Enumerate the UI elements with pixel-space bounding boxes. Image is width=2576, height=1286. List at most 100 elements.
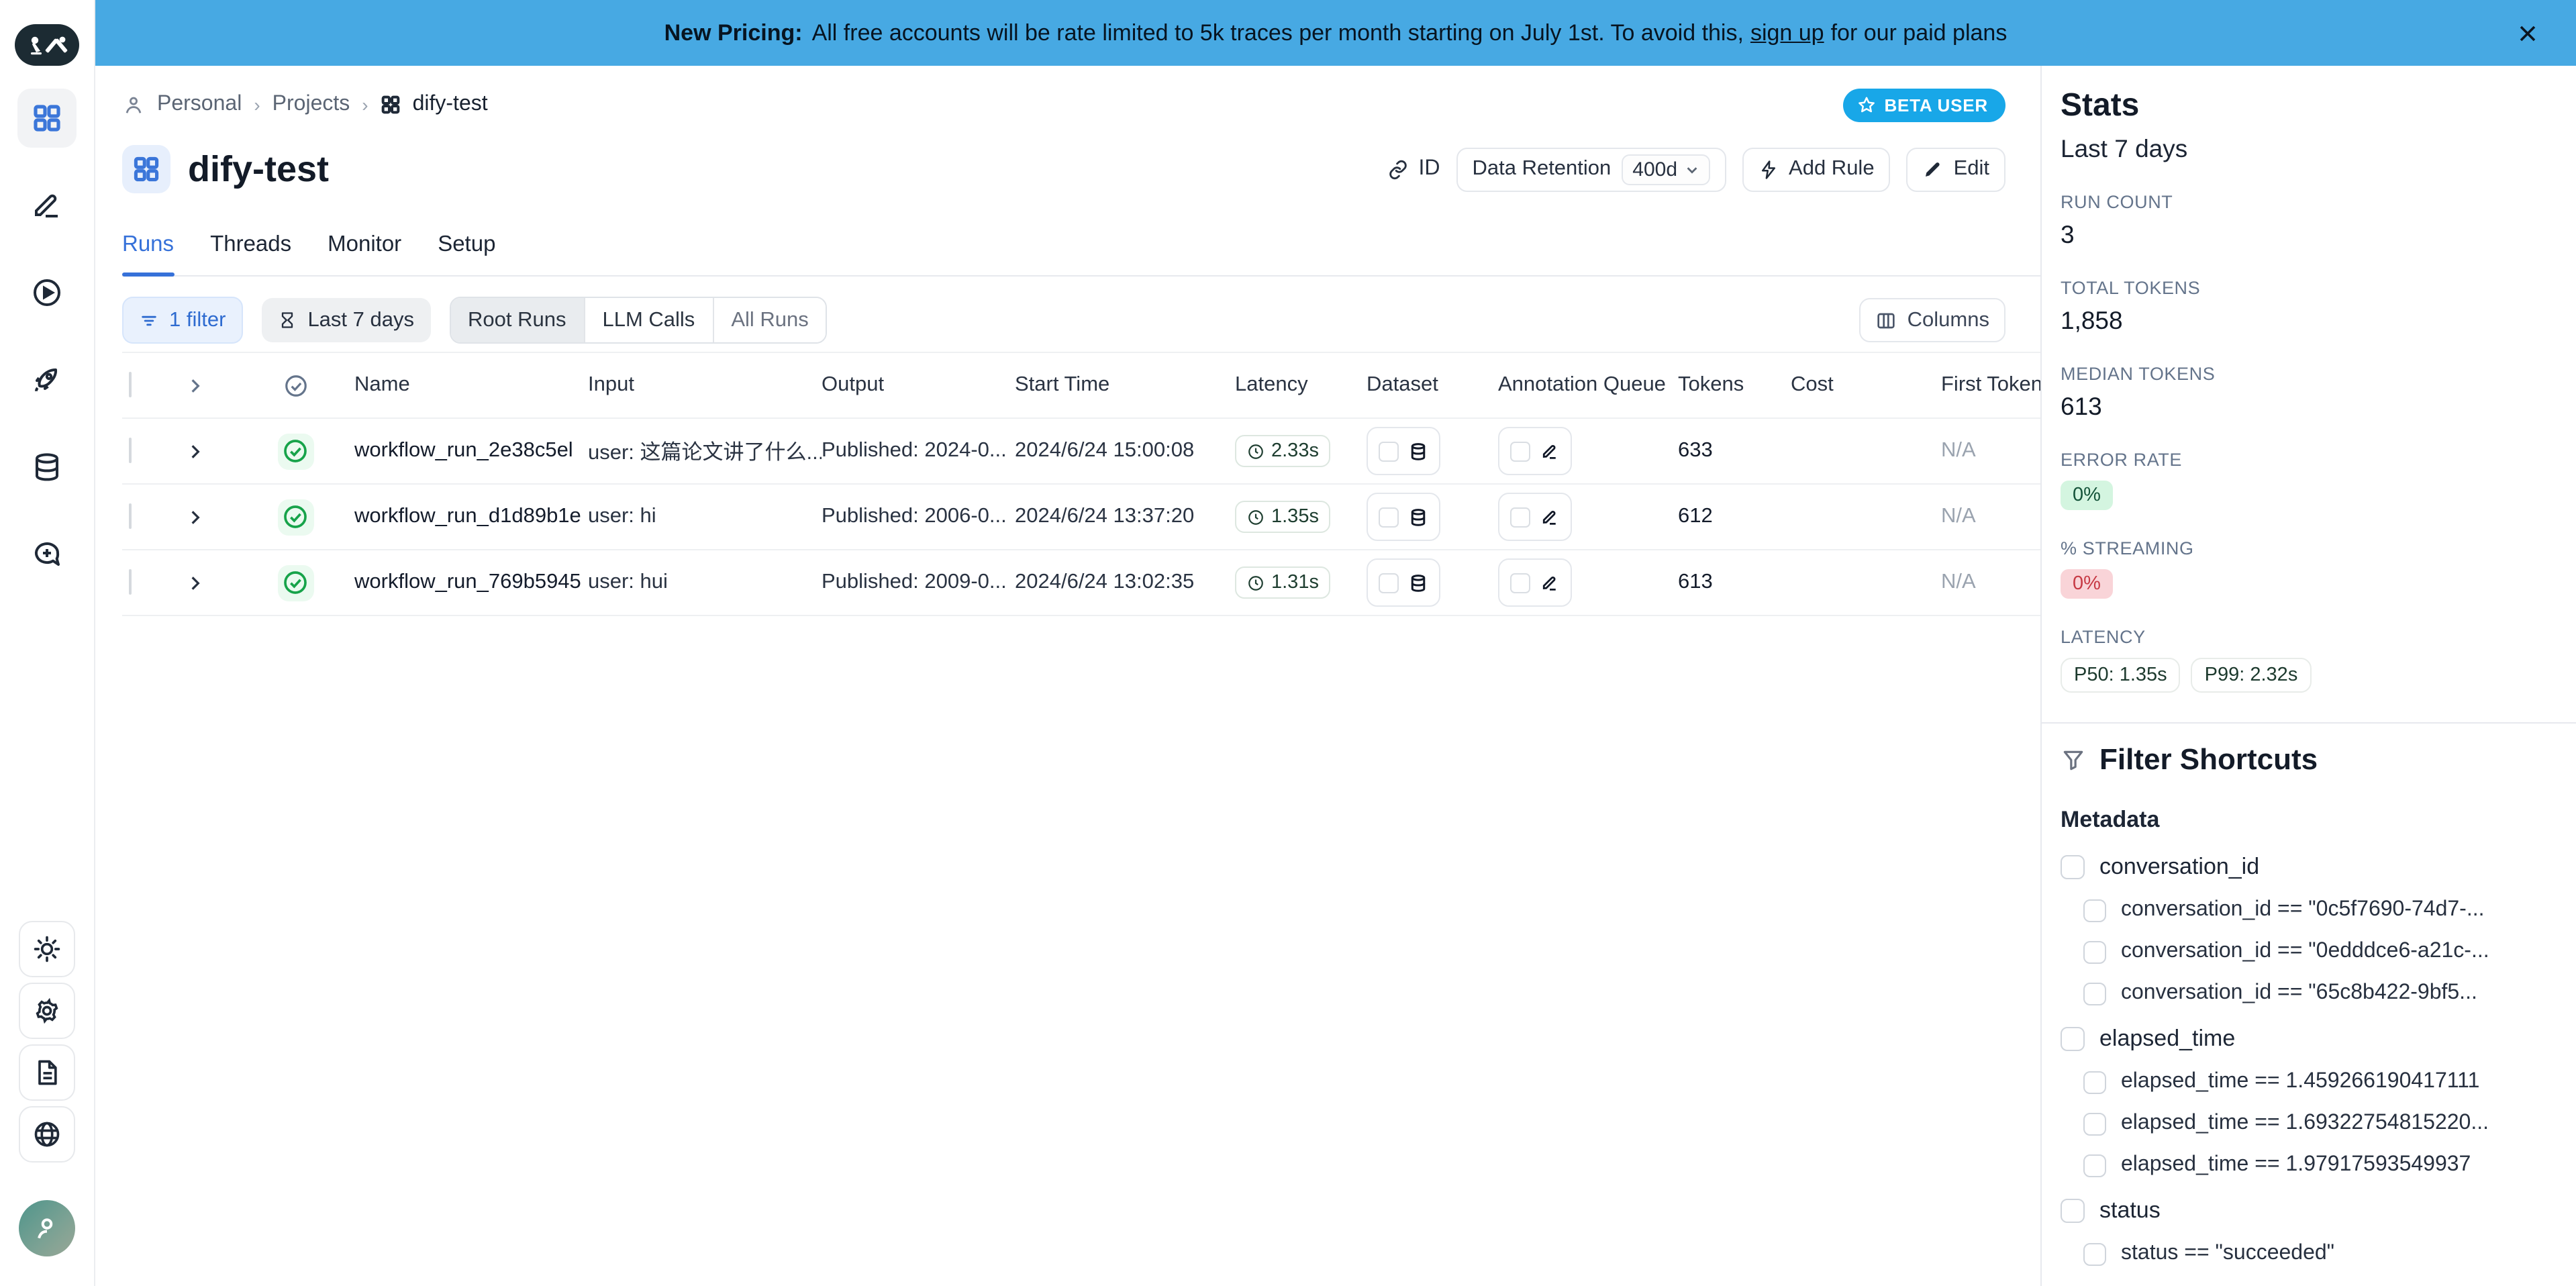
- median-tokens-label: MEDIAN TOKENS: [2061, 364, 2556, 384]
- column-header-first-token[interactable]: First Token (ms): [1941, 373, 2040, 397]
- item-checkbox[interactable]: [2083, 899, 2106, 922]
- item-checkbox[interactable]: [2083, 1154, 2106, 1177]
- column-header-name[interactable]: Name: [354, 373, 588, 397]
- sidebar-item-feedback[interactable]: [17, 525, 77, 584]
- sidebar-item-projects[interactable]: [17, 89, 77, 148]
- tab-monitor[interactable]: Monitor: [328, 232, 401, 275]
- dataset-checkbox[interactable]: [1379, 441, 1399, 461]
- column-header-input[interactable]: Input: [588, 373, 822, 397]
- column-header-output[interactable]: Output: [822, 373, 1015, 397]
- copy-id-button[interactable]: ID: [1386, 157, 1440, 181]
- expand-row-button[interactable]: [176, 508, 236, 526]
- dataset-checkbox[interactable]: [1379, 507, 1399, 527]
- item-label: elapsed_time == 1.97917593549937: [2121, 1153, 2471, 1177]
- beta-user-badge[interactable]: BETA USER: [1842, 88, 2005, 121]
- segment-root-runs[interactable]: Root Runs: [450, 298, 585, 342]
- run-start-time: 2024/6/24 13:37:20: [1015, 505, 1235, 529]
- group-checkbox[interactable]: [2061, 1027, 2085, 1051]
- row-checkbox[interactable]: [129, 569, 132, 595]
- add-rule-button[interactable]: Add Rule: [1742, 147, 1891, 191]
- add-to-annotation-queue-button[interactable]: [1498, 427, 1572, 475]
- expand-row-button[interactable]: [176, 574, 236, 591]
- annotation-checkbox[interactable]: [1510, 507, 1530, 527]
- funnel-icon: [2061, 747, 2086, 773]
- success-status-icon: [277, 564, 313, 601]
- run-name[interactable]: workflow_run_2e38c5el: [354, 439, 588, 463]
- item-checkbox[interactable]: [2083, 1242, 2106, 1265]
- sidebar-item-datasets[interactable]: [17, 438, 77, 497]
- run-name[interactable]: workflow_run_769b5945: [354, 571, 588, 595]
- document-icon: [32, 1058, 62, 1087]
- docs-button[interactable]: [19, 1044, 75, 1101]
- segment-all-runs[interactable]: All Runs: [713, 298, 826, 342]
- app-window: New Pricing: All free accounts will be r…: [0, 0, 2576, 1286]
- user-avatar[interactable]: [19, 1200, 75, 1256]
- annotation-checkbox[interactable]: [1510, 441, 1530, 461]
- column-header-tokens[interactable]: Tokens: [1678, 373, 1791, 397]
- latency-p50-badge: P50: 1.35s: [2061, 658, 2181, 693]
- item-checkbox[interactable]: [2083, 1071, 2106, 1093]
- column-header-start-time[interactable]: Start Time: [1015, 373, 1235, 397]
- table-row[interactable]: workflow_run_d1d89b1e user: hi Published…: [122, 485, 2040, 550]
- column-header-dataset[interactable]: Dataset: [1367, 373, 1498, 397]
- item-checkbox[interactable]: [2083, 982, 2106, 1005]
- item-checkbox[interactable]: [2083, 940, 2106, 963]
- tab-setup[interactable]: Setup: [438, 232, 495, 275]
- annotation-checkbox[interactable]: [1510, 573, 1530, 593]
- data-retention-select[interactable]: 400d: [1622, 154, 1710, 185]
- group-checkbox[interactable]: [2061, 1199, 2085, 1223]
- run-tokens: 633: [1678, 439, 1791, 463]
- run-count-value: 3: [2061, 220, 2556, 250]
- stats-subtitle: Last 7 days: [2061, 134, 2556, 164]
- banner-close-button[interactable]: [2514, 19, 2541, 46]
- sidebar-item-annotations[interactable]: [17, 176, 77, 235]
- item-checkbox[interactable]: [2083, 1112, 2106, 1135]
- settings-button[interactable]: [19, 983, 75, 1039]
- columns-button[interactable]: Columns: [1859, 298, 2005, 342]
- breadcrumb-personal[interactable]: Personal: [157, 93, 242, 117]
- status-column-header: [236, 373, 354, 398]
- add-to-dataset-button[interactable]: [1367, 427, 1440, 475]
- column-header-cost[interactable]: Cost: [1791, 373, 1941, 397]
- row-checkbox[interactable]: [129, 438, 132, 463]
- add-to-annotation-queue-button[interactable]: [1498, 558, 1572, 607]
- tab-threads[interactable]: Threads: [210, 232, 291, 275]
- group-label: elapsed_time: [2099, 1026, 2235, 1052]
- expand-row-button[interactable]: [176, 442, 236, 460]
- add-to-dataset-button[interactable]: [1367, 558, 1440, 607]
- run-name[interactable]: workflow_run_d1d89b1e: [354, 505, 588, 529]
- close-icon: [2517, 22, 2538, 44]
- stats-panel: Stats Last 7 days RUN COUNT 3 TOTAL TOKE…: [2040, 66, 2576, 1286]
- column-header-annotation-queue[interactable]: Annotation Queue: [1498, 373, 1678, 397]
- add-to-dataset-button[interactable]: [1367, 493, 1440, 541]
- filter-count-button[interactable]: 1 filter: [122, 297, 243, 344]
- pencil-icon: [31, 189, 63, 221]
- dataset-checkbox[interactable]: [1379, 573, 1399, 593]
- group-checkbox[interactable]: [2061, 855, 2085, 879]
- row-checkbox[interactable]: [129, 503, 132, 529]
- theme-toggle-button[interactable]: [19, 921, 75, 977]
- time-range-button[interactable]: Last 7 days: [262, 298, 430, 342]
- sidebar-item-deployments[interactable]: [17, 350, 77, 409]
- table-row[interactable]: workflow_run_769b5945 user: hui Publishe…: [122, 550, 2040, 616]
- sidebar-item-playground[interactable]: [17, 263, 77, 322]
- shortcut-item: conversation_id == "0edddce6-a21c-...: [2083, 940, 2556, 964]
- breadcrumb-projects[interactable]: Projects: [273, 93, 350, 117]
- column-header-latency[interactable]: Latency: [1235, 373, 1367, 397]
- data-retention-button[interactable]: Data Retention 400d: [1456, 147, 1726, 191]
- tab-runs[interactable]: Runs: [122, 232, 174, 275]
- run-start-time: 2024/6/24 13:02:35: [1015, 571, 1235, 595]
- run-start-time: 2024/6/24 15:00:08: [1015, 439, 1235, 463]
- select-all-checkbox[interactable]: [129, 372, 132, 397]
- run-type-segmented-control: Root Runs LLM Calls All Runs: [449, 297, 828, 344]
- add-to-annotation-queue-button[interactable]: [1498, 493, 1572, 541]
- web-button[interactable]: [19, 1106, 75, 1163]
- sign-up-link[interactable]: sign up: [1750, 19, 1824, 46]
- shortcut-item: conversation_id == "0c5f7690-74d7-...: [2083, 898, 2556, 922]
- segment-llm-calls[interactable]: LLM Calls: [585, 298, 713, 342]
- langsmith-logo[interactable]: [15, 24, 79, 66]
- latency-label: LATENCY: [2061, 627, 2556, 647]
- table-row[interactable]: workflow_run_2e38c5el user: 这篇论文讲了什么... …: [122, 419, 2040, 485]
- edit-button[interactable]: Edit: [1907, 147, 2005, 191]
- total-tokens-value: 1,858: [2061, 306, 2556, 336]
